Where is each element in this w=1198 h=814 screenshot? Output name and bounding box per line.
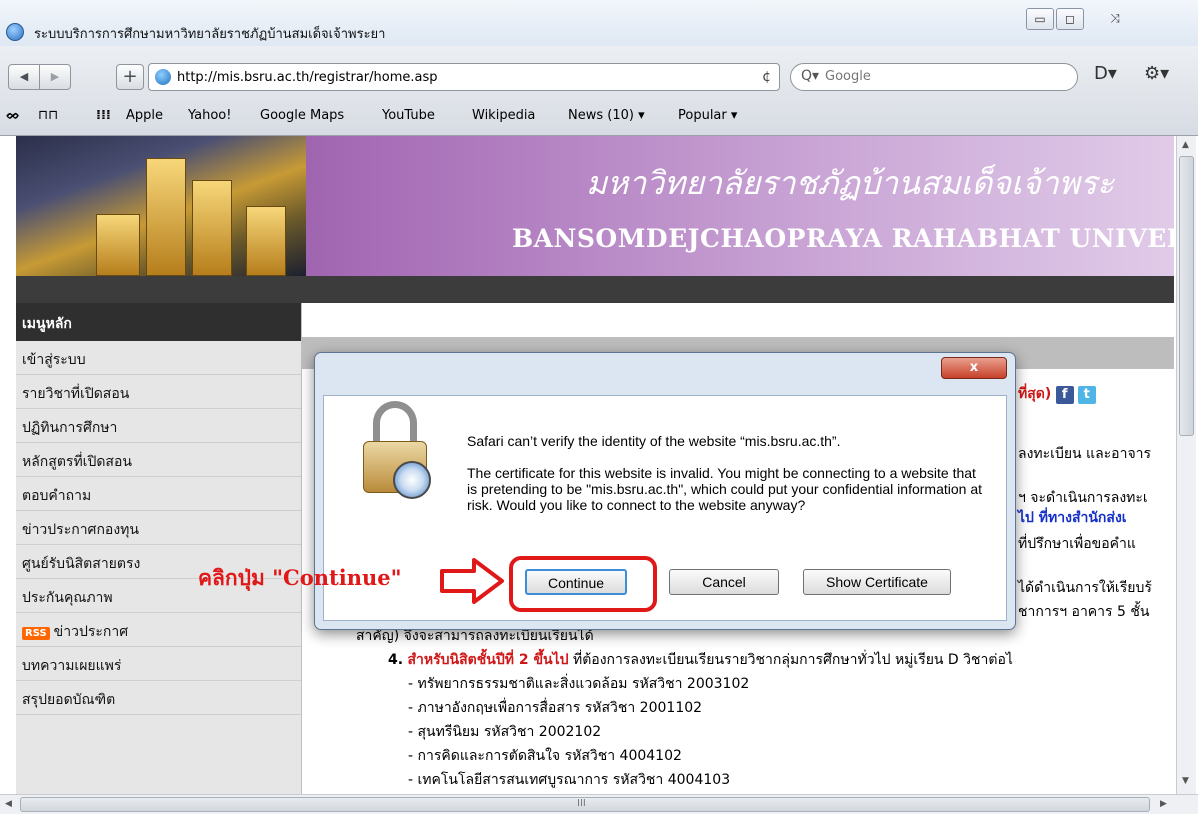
scroll-left-icon[interactable]: ◀ — [5, 799, 12, 809]
horizontal-scroll-thumb[interactable]: III — [20, 797, 1150, 812]
sidebar-header: เมนูหลัก — [16, 303, 301, 341]
news-title-end: ที่สุด) ft — [1018, 383, 1096, 405]
subject-item: - การคิดและการตัดสินใจ รหัสวิชา 4004102 — [408, 748, 682, 764]
news-text-fragment: ฯ จะดำเนินการลงทะเ — [1018, 490, 1148, 506]
show-certificate-button[interactable]: Show Certificate — [803, 569, 951, 595]
bookmarks-icon[interactable]: ⊓⊓ — [38, 108, 58, 123]
horizontal-scrollbar[interactable]: ◀ III ▶ — [0, 794, 1198, 814]
certificate-warning-dialog: x Safari can’t verify the identity of th… — [314, 352, 1016, 630]
sidebar-item-login[interactable]: เข้าสู่ระบบ — [16, 341, 301, 375]
window-titlebar: ระบบบริการการศึกษามหาวิทยาลัยราชภัฏบ้านส… — [0, 0, 1198, 46]
item-highlight: สำหรับนิสิตชั้นปีที่ 2 ขึ้นไป — [407, 652, 569, 668]
cancel-button[interactable]: Cancel — [669, 569, 779, 595]
banner-divider — [16, 276, 1174, 303]
bookmark-news[interactable]: News (10) ▾ — [568, 108, 645, 123]
twitter-icon[interactable]: t — [1077, 386, 1096, 404]
vertical-scrollbar[interactable]: ▲ ▼ — [1176, 136, 1196, 794]
news-link-fragment[interactable]: ไป ที่ทางสำนักส่งเ — [1018, 507, 1127, 529]
search-field[interactable]: Q▾ — [790, 63, 1078, 91]
scroll-grip: III — [577, 798, 586, 809]
sidebar-item-fund-news[interactable]: ข่าวประกาศกองทุน — [16, 511, 301, 545]
sidebar-item-graduates[interactable]: สรุปยอดบัณฑิต — [16, 681, 301, 715]
back-button[interactable]: ◀ — [8, 64, 40, 90]
reload-icon[interactable]: ¢ — [762, 69, 771, 85]
news-text-fragment: ได้ดำเนินการให้เรียบร้ — [1018, 580, 1152, 596]
rss-icon: RSS — [22, 627, 50, 640]
safari-compass-icon — [393, 461, 431, 499]
reading-list-icon[interactable]: ᨖ — [6, 108, 20, 123]
news-text-fragment: ลงทะเบียน และอาจาร — [1018, 446, 1152, 462]
dialog-message: The certificate for this website is inva… — [467, 465, 982, 513]
minimize-button[interactable]: ▭ — [1026, 8, 1054, 30]
url-text: http://mis.bsru.ac.th/registrar/home.asp — [177, 70, 438, 85]
sidebar-item-articles[interactable]: บทความเผยแพร่ — [16, 647, 301, 681]
scroll-up-icon[interactable]: ▲ — [1182, 140, 1189, 150]
item-number: 4. — [388, 652, 404, 668]
lock-icon — [363, 401, 431, 499]
subject-item: - ทรัพยากรธรรมชาติและสิ่งแวดล้อม รหัสวิช… — [408, 676, 750, 692]
bookmark-apple[interactable]: Apple — [126, 108, 163, 123]
sidebar-item-calendar[interactable]: ปฏิทินการศึกษา — [16, 409, 301, 443]
page-menu-icon[interactable]: D▾ — [1094, 63, 1117, 84]
item-text: ที่ต้องการลงทะเบียนเรียนรายวิชากลุ่มการศ… — [572, 652, 1013, 668]
dialog-close-button[interactable]: x — [941, 357, 1007, 379]
subject-item: - เทคโนโลยีสารสนเทศบูรณาการ รหัสวิชา 400… — [408, 772, 731, 788]
banner-thai-title: มหาวิทยาลัยราชภัฏบ้านสมเด็จเจ้าพระ — [586, 164, 1115, 202]
scroll-right-icon[interactable]: ▶ — [1160, 799, 1167, 809]
sidebar-item-news-label: ข่าวประกาศ — [53, 624, 129, 640]
sidebar-item-news[interactable]: RSS ข่าวประกาศ — [16, 613, 301, 647]
sidebar-item-courses[interactable]: รายวิชาที่เปิดสอน — [16, 375, 301, 409]
sidebar-item-faq[interactable]: ตอบคำถาม — [16, 477, 301, 511]
forward-button[interactable]: ▶ — [39, 64, 71, 90]
subject-item: - ภาษาอังกฤษเพื่อการสื่อสาร รหัสวิชา 200… — [408, 700, 703, 716]
annotation-highlight — [509, 556, 657, 612]
subject-item: - สุนทรีนิยม รหัสวิชา 2002102 — [408, 724, 602, 740]
annotation-instruction: คลิกปุ่ม "Continue" — [198, 565, 402, 590]
safari-icon — [6, 23, 24, 41]
sidebar-menu: เมนูหลัก เข้าสู่ระบบ รายวิชาที่เปิดสอน ป… — [16, 303, 302, 794]
window-title: ระบบบริการการศึกษามหาวิทยาลัยราชภัฏบ้านส… — [34, 27, 386, 42]
annotation-arrow-icon — [440, 558, 504, 604]
maximize-button[interactable]: ◻ — [1056, 8, 1084, 30]
bookmark-popular[interactable]: Popular ▾ — [678, 108, 737, 123]
close-window-button[interactable]: ⤨ — [1092, 8, 1138, 30]
news-text-fragment: ชาการฯ อาคาร 5 ชั้น — [1018, 604, 1150, 620]
bookmark-google-maps[interactable]: Google Maps — [260, 108, 344, 123]
vertical-scroll-thumb[interactable] — [1179, 156, 1194, 436]
search-input[interactable] — [825, 69, 1065, 84]
gear-icon[interactable]: ⚙▾ — [1144, 63, 1169, 84]
browser-toolbar: ◀ ▶ + http://mis.bsru.ac.th/registrar/ho… — [0, 46, 1198, 136]
dialog-heading: Safari can’t verify the identity of the … — [467, 433, 841, 449]
scroll-down-icon[interactable]: ▼ — [1182, 776, 1189, 786]
facebook-icon[interactable]: f — [1055, 386, 1074, 404]
banner-english-title: BANSOMDEJCHAOPRAYA RAHABHAT UNIVERS — [512, 224, 1174, 253]
news-text-fragment: ที่ปรึกษาเพื่อขอคำแ — [1018, 536, 1136, 552]
news-item-4: 4. สำหรับนิสิตชั้นปีที่ 2 ขึ้นไป ที่ต้อง… — [388, 649, 1013, 671]
bookmark-yahoo[interactable]: Yahoo! — [188, 108, 231, 123]
bookmarks-bar: ᨖ ⊓⊓ ⁞⁞⁞ Apple Yahoo! Google Maps YouTub… — [0, 104, 1198, 130]
university-banner: มหาวิทยาลัยราชภัฏบ้านสมเด็จเจ้าพระ BANSO… — [16, 136, 1174, 276]
add-bookmark-button[interactable]: + — [116, 64, 144, 90]
globe-icon — [155, 69, 171, 85]
campus-photo — [16, 136, 306, 276]
address-bar[interactable]: http://mis.bsru.ac.th/registrar/home.asp… — [148, 63, 780, 91]
sidebar-item-curriculum[interactable]: หลักสูตรที่เปิดสอน — [16, 443, 301, 477]
bookmark-youtube[interactable]: YouTube — [382, 108, 435, 123]
search-icon: Q▾ — [801, 68, 820, 84]
top-sites-icon[interactable]: ⁞⁞⁞ — [96, 108, 111, 123]
bookmark-wikipedia[interactable]: Wikipedia — [472, 108, 535, 123]
